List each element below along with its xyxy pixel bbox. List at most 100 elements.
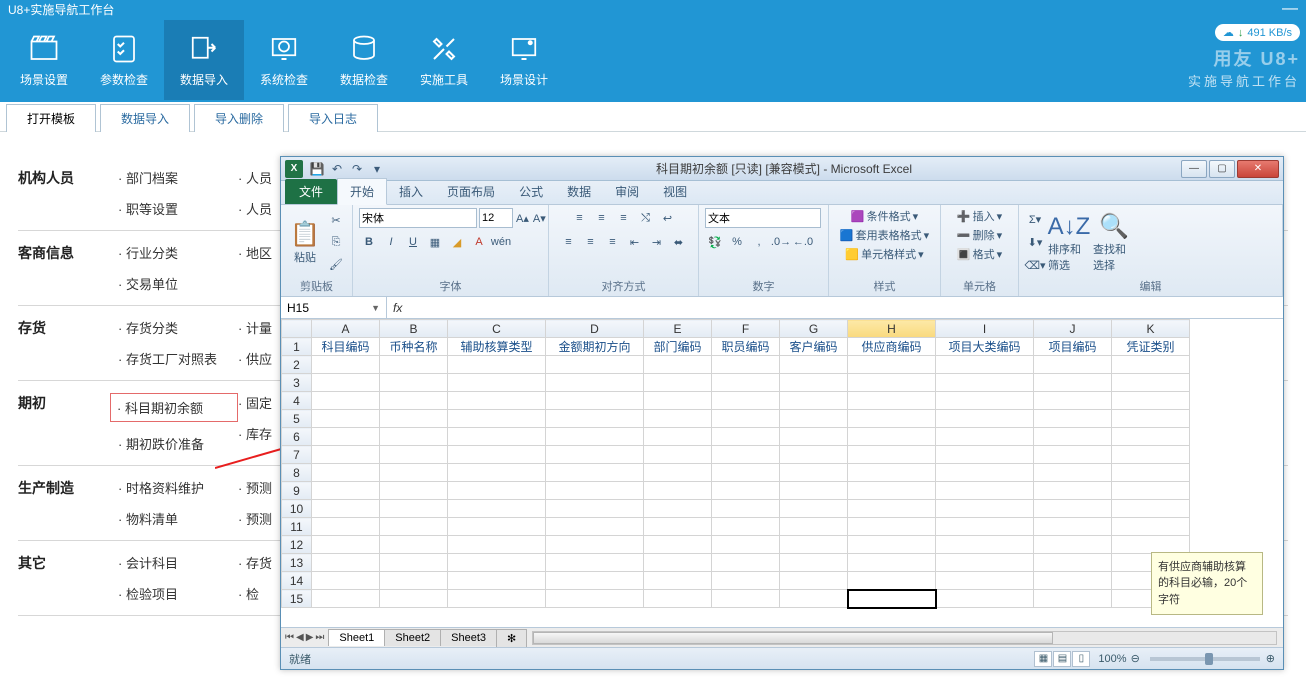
cell-K4[interactable] xyxy=(1112,392,1190,410)
cell-A3[interactable] xyxy=(312,374,380,392)
cell-B14[interactable] xyxy=(380,572,448,590)
cell-C1[interactable]: 辅助核算类型 xyxy=(448,338,546,356)
menu-layout[interactable]: 页面布局 xyxy=(435,179,507,204)
cell-K5[interactable] xyxy=(1112,410,1190,428)
zoom-in-button[interactable]: ⊕ xyxy=(1266,652,1275,665)
cell-G3[interactable] xyxy=(780,374,848,392)
row-header-6[interactable]: 6 xyxy=(282,428,312,446)
table-format-button[interactable]: 🟦套用表格格式▾ xyxy=(840,227,929,243)
cell-E8[interactable] xyxy=(644,464,712,482)
cell-H3[interactable] xyxy=(848,374,936,392)
cell-K8[interactable] xyxy=(1112,464,1190,482)
align-middle-icon[interactable]: ≡ xyxy=(592,208,612,228)
cell-G2[interactable] xyxy=(780,356,848,374)
percent-icon[interactable]: % xyxy=(727,232,747,252)
cell-H9[interactable] xyxy=(848,482,936,500)
col-header-C[interactable]: C xyxy=(448,320,546,338)
merge-center-icon[interactable]: ⬌ xyxy=(669,232,689,252)
app-minimize-button[interactable]: — xyxy=(1282,0,1298,18)
cell-G12[interactable] xyxy=(780,536,848,554)
cell-I8[interactable] xyxy=(936,464,1034,482)
cell-A11[interactable] xyxy=(312,518,380,536)
col-header-I[interactable]: I xyxy=(936,320,1034,338)
cell-I5[interactable] xyxy=(936,410,1034,428)
cell-B10[interactable] xyxy=(380,500,448,518)
cell-K11[interactable] xyxy=(1112,518,1190,536)
cell-D4[interactable] xyxy=(546,392,644,410)
sheet-nav-last-icon[interactable]: ⏭ xyxy=(315,632,324,643)
sheet-tab-new[interactable]: ✻ xyxy=(496,629,527,647)
cell-I4[interactable] xyxy=(936,392,1034,410)
format-painter-icon[interactable]: 🖌 xyxy=(326,255,346,275)
cell-E11[interactable] xyxy=(644,518,712,536)
currency-icon[interactable]: 💱 xyxy=(705,232,725,252)
row-header-2[interactable]: 2 xyxy=(282,356,312,374)
cell-A7[interactable] xyxy=(312,446,380,464)
menu-home[interactable]: 开始 xyxy=(337,178,387,205)
cell-E13[interactable] xyxy=(644,554,712,572)
cell-H4[interactable] xyxy=(848,392,936,410)
cell-B13[interactable] xyxy=(380,554,448,572)
cell-I1[interactable]: 项目大类编码 xyxy=(936,338,1034,356)
align-left-icon[interactable]: ≡ xyxy=(559,232,579,252)
cell-D8[interactable] xyxy=(546,464,644,482)
sheet-nav-next-icon[interactable]: ▶ xyxy=(306,632,314,643)
cell-A6[interactable] xyxy=(312,428,380,446)
col-header-E[interactable]: E xyxy=(644,320,712,338)
cell-D11[interactable] xyxy=(546,518,644,536)
ribbon-param-check[interactable]: 参数检查 xyxy=(84,20,164,100)
cell-F8[interactable] xyxy=(712,464,780,482)
cell-D13[interactable] xyxy=(546,554,644,572)
cell-D9[interactable] xyxy=(546,482,644,500)
cell-C9[interactable] xyxy=(448,482,546,500)
zoom-slider[interactable] xyxy=(1150,657,1260,661)
excel-restore-button[interactable]: ▢ xyxy=(1209,160,1235,178)
cell-F2[interactable] xyxy=(712,356,780,374)
cell-B5[interactable] xyxy=(380,410,448,428)
cell-K9[interactable] xyxy=(1112,482,1190,500)
cell-I3[interactable] xyxy=(936,374,1034,392)
row-header-10[interactable]: 10 xyxy=(282,500,312,518)
menu-insert[interactable]: 插入 xyxy=(387,179,435,204)
cell-F3[interactable] xyxy=(712,374,780,392)
sort-filter-button[interactable]: A↓Z排序和筛选 xyxy=(1048,209,1090,277)
cell-D15[interactable] xyxy=(546,590,644,608)
qat-save-icon[interactable]: 💾 xyxy=(308,160,326,178)
cell-J6[interactable] xyxy=(1034,428,1112,446)
col-header-H[interactable]: H xyxy=(848,320,936,338)
cell-B9[interactable] xyxy=(380,482,448,500)
cell-A4[interactable] xyxy=(312,392,380,410)
phonetic-button[interactable]: wén xyxy=(491,232,511,252)
excel-close-button[interactable]: ✕ xyxy=(1237,160,1279,178)
cell-I2[interactable] xyxy=(936,356,1034,374)
cell-E3[interactable] xyxy=(644,374,712,392)
view-normal-icon[interactable]: ▦ xyxy=(1034,651,1052,667)
excel-titlebar[interactable]: X 💾 ↶ ↷ ▾ 科目期初余额 [只读] [兼容模式] - Microsoft… xyxy=(281,157,1283,181)
align-right-icon[interactable]: ≡ xyxy=(603,232,623,252)
conditional-format-button[interactable]: 🟪条件格式▾ xyxy=(851,208,918,224)
cell-A14[interactable] xyxy=(312,572,380,590)
select-all-corner[interactable] xyxy=(282,320,312,338)
tab-open-template[interactable]: 打开模板 xyxy=(6,104,96,132)
cell-A13[interactable] xyxy=(312,554,380,572)
cell-D12[interactable] xyxy=(546,536,644,554)
cell-C2[interactable] xyxy=(448,356,546,374)
copy-icon[interactable]: ⎘ xyxy=(326,233,346,253)
col-header-F[interactable]: F xyxy=(712,320,780,338)
link-inv-class[interactable]: 存货分类 xyxy=(118,318,238,337)
link-account[interactable]: 会计科目 xyxy=(118,553,238,572)
cell-H11[interactable] xyxy=(848,518,936,536)
link-inspection[interactable]: 检验项目 xyxy=(118,584,238,603)
view-pagebreak-icon[interactable]: ▯ xyxy=(1072,651,1090,667)
increase-font-icon[interactable]: A▴ xyxy=(515,208,530,228)
cell-I12[interactable] xyxy=(936,536,1034,554)
cell-F12[interactable] xyxy=(712,536,780,554)
cell-J13[interactable] xyxy=(1034,554,1112,572)
cell-I13[interactable] xyxy=(936,554,1034,572)
cell-F6[interactable] xyxy=(712,428,780,446)
cell-H13[interactable] xyxy=(848,554,936,572)
cell-A5[interactable] xyxy=(312,410,380,428)
cell-G1[interactable]: 客户编码 xyxy=(780,338,848,356)
cell-G6[interactable] xyxy=(780,428,848,446)
sheet-nav-prev-icon[interactable]: ◀ xyxy=(296,632,304,643)
